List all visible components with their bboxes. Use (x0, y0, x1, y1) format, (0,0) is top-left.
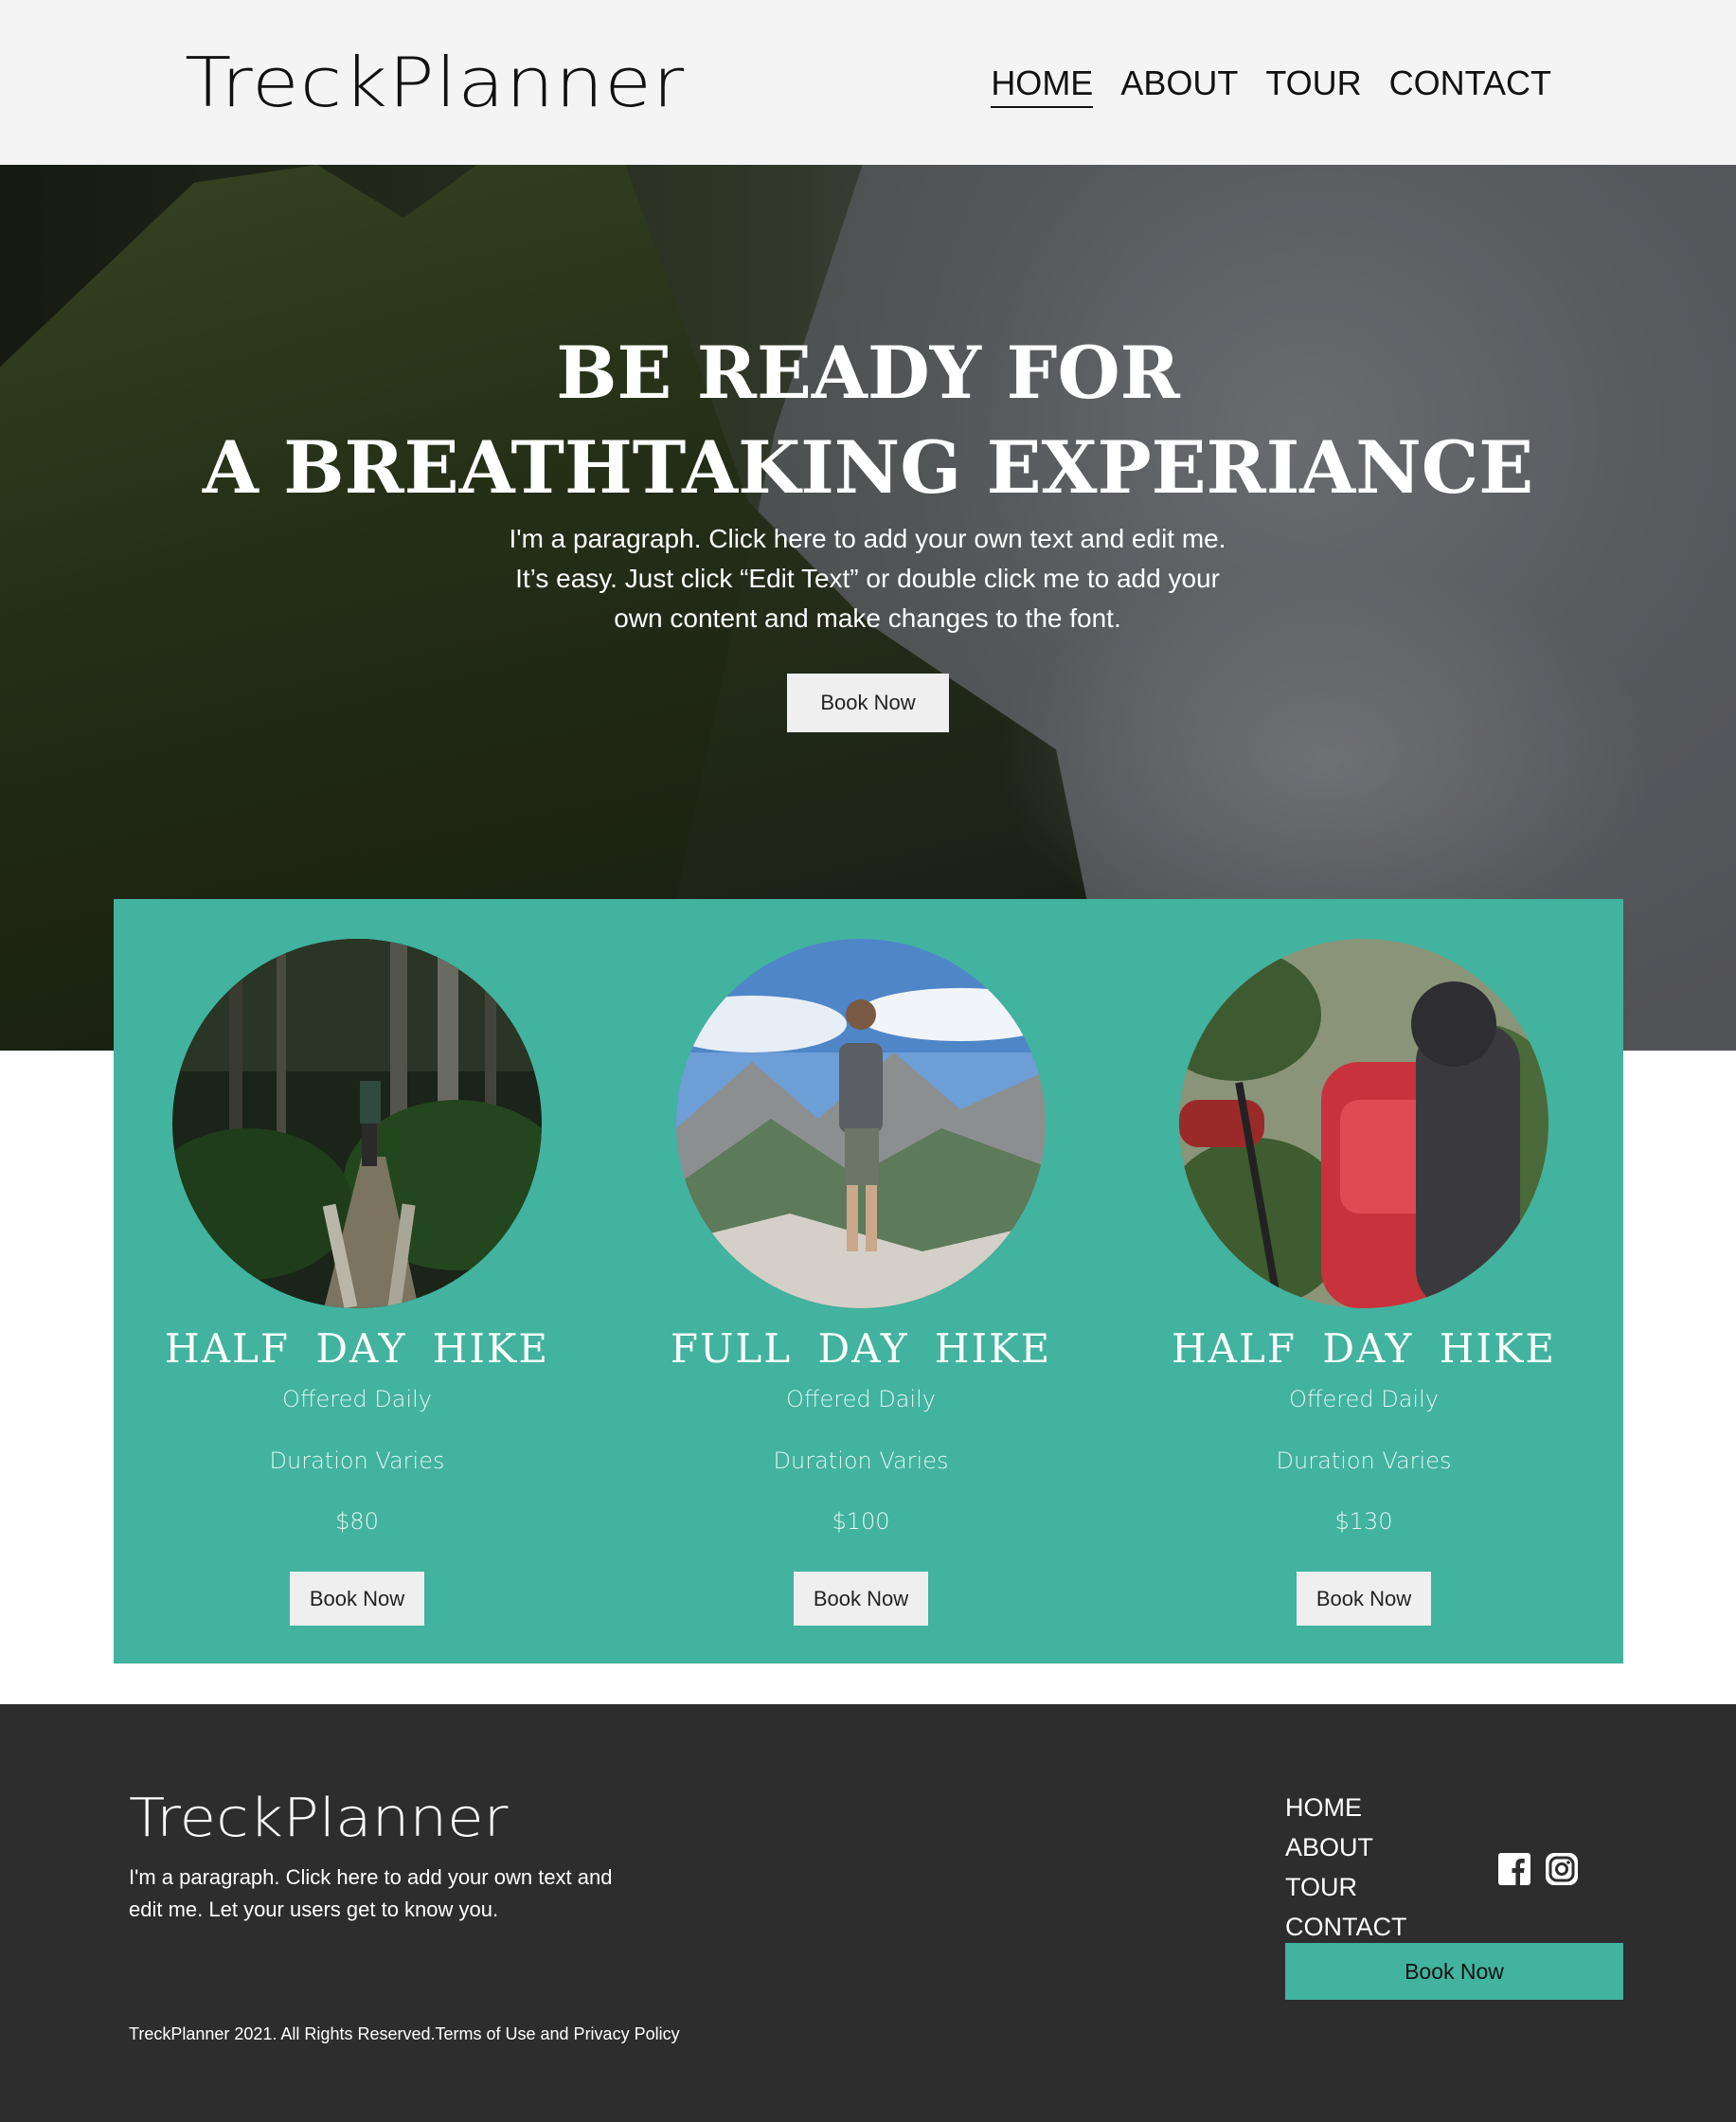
terms-privacy-link[interactable]: Terms of Use and Privacy Policy (436, 2024, 680, 2043)
site-header: TreckPlanner HOME ABOUT TOUR CONTACT (0, 0, 1736, 165)
site-logo[interactable]: TreckPlanner (185, 40, 685, 125)
hike-card: FULL DAY HIKE Offered Daily Duration Var… (662, 899, 1060, 1663)
hike-card-book-now-button[interactable]: Book Now (1297, 1572, 1431, 1626)
hike-card-title: HALF DAY HIKE (1172, 1325, 1556, 1372)
facebook-icon[interactable] (1498, 1853, 1530, 1885)
hike-card-title: HALF DAY HIKE (165, 1325, 549, 1372)
site-footer: TreckPlanner I'm a paragraph. Click here… (0, 1704, 1736, 2122)
hike-card-duration: Duration Varies (1276, 1448, 1452, 1474)
nav-tour[interactable]: TOUR (1265, 61, 1361, 108)
hike-card-schedule: Offered Daily (786, 1386, 936, 1412)
hike-card-book-now-button[interactable]: Book Now (290, 1572, 424, 1626)
hike-card-price: $130 (1334, 1508, 1393, 1535)
footer-paragraph-line2: edit me. Let your users get to know you. (129, 1897, 499, 1921)
hero-paragraph-line2: It’s easy. Just click “Edit Text” or dou… (515, 564, 1220, 593)
hike-card-price: $80 (335, 1508, 379, 1535)
hero-paragraph-line1: I'm a paragraph. Click here to add your … (509, 524, 1226, 553)
hero-title-line1: BE READY FOR (556, 331, 1180, 415)
footer-nav: HOME ABOUT TOUR CONTACT (1285, 1788, 1407, 1947)
footer-paragraph-line1: I'm a paragraph. Click here to add your … (129, 1865, 613, 1889)
hike-card-schedule: Offered Daily (1289, 1386, 1439, 1412)
nav-about[interactable]: ABOUT (1120, 61, 1238, 108)
footer-nav-contact[interactable]: CONTACT (1285, 1907, 1407, 1947)
hike-photo-mountain-view (676, 939, 1046, 1308)
nav-home[interactable]: HOME (991, 61, 1094, 108)
social-links (1498, 1853, 1578, 1885)
copyright-text: TreckPlanner 2021. All Rights Reserved. (129, 2024, 436, 2043)
hike-card: HALF DAY HIKE Offered Daily Duration Var… (1165, 899, 1563, 1663)
hero-title: BE READY FOR A BREATHTAKING EXPERIANCE (0, 326, 1736, 515)
hikes-panel: HALF DAY HIKE Offered Daily Duration Var… (114, 899, 1623, 1663)
footer-book-now-button[interactable]: Book Now (1285, 1943, 1623, 2000)
footer-nav-tour[interactable]: TOUR (1285, 1867, 1407, 1907)
footer-paragraph: I'm a paragraph. Click here to add your … (129, 1861, 640, 1926)
hike-card-title: FULL DAY HIKE (670, 1325, 1052, 1372)
main-nav: HOME ABOUT TOUR CONTACT (991, 61, 1551, 108)
hike-photo-backpacker (1179, 939, 1548, 1308)
hike-card: HALF DAY HIKE Offered Daily Duration Var… (158, 899, 556, 1663)
hike-card-schedule: Offered Daily (282, 1386, 432, 1412)
footer-logo[interactable]: TreckPlanner (129, 1786, 508, 1852)
footer-copyright: TreckPlanner 2021. All Rights Reserved.T… (129, 2024, 680, 2044)
hike-photo-forest-trail (172, 939, 542, 1308)
footer-nav-home[interactable]: HOME (1285, 1788, 1407, 1827)
hike-card-duration: Duration Varies (269, 1448, 445, 1474)
instagram-icon[interactable] (1546, 1853, 1578, 1885)
hero-paragraph-line3: own content and make changes to the font… (614, 603, 1121, 633)
footer-nav-about[interactable]: ABOUT (1285, 1827, 1407, 1867)
hike-card-duration: Duration Varies (773, 1448, 949, 1474)
hero-title-line2: A BREATHTAKING EXPERIANCE (202, 425, 1534, 510)
hike-card-book-now-button[interactable]: Book Now (794, 1572, 928, 1626)
hero-book-now-button[interactable]: Book Now (787, 674, 949, 732)
hero-paragraph: I'm a paragraph. Click here to add your … (489, 519, 1246, 638)
hike-card-price: $100 (832, 1508, 890, 1535)
nav-contact[interactable]: CONTACT (1389, 61, 1551, 108)
